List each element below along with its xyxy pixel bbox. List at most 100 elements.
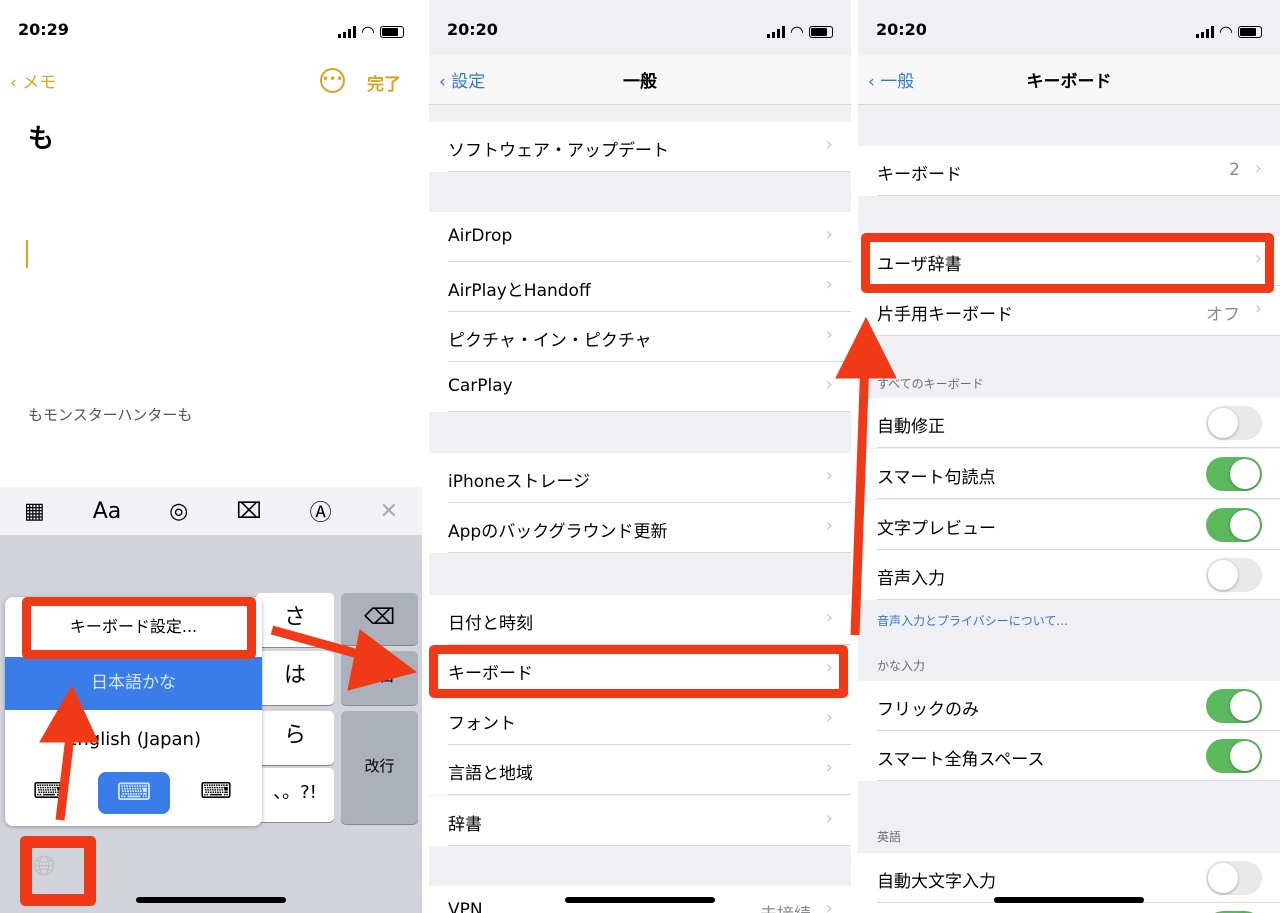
toggle-switch[interactable] [1206, 406, 1262, 440]
settings-row[interactable]: AirDrop › [429, 212, 851, 262]
settings-row[interactable]: Appのバックグラウンド更新 › [429, 503, 851, 553]
chevron-right-icon: › [825, 757, 833, 778]
toggle-switch[interactable] [1206, 739, 1262, 773]
settings-row[interactable]: 片手用キーボード オフ › [858, 286, 1280, 336]
note-body[interactable]: もモンスターハンターも [28, 404, 192, 425]
close-icon[interactable]: ✕ [380, 499, 398, 524]
row-label: 辞書 [448, 815, 482, 835]
english-japan-item[interactable]: English (Japan) [5, 710, 262, 770]
section-header-english: 英語 [877, 830, 902, 844]
status-bar: 20:20 ◠ [447, 18, 833, 44]
settings-row[interactable]: iPhoneストレージ › [429, 453, 851, 503]
row-label: ピクチャ・イン・ピクチャ [448, 331, 652, 351]
row-label: 片手用キーボード [877, 305, 1013, 325]
battery-icon [809, 25, 833, 38]
keyboard-right-icon[interactable]: ⌨ [200, 779, 232, 804]
row-label: 音声入力 [877, 569, 945, 589]
nav-bar: ‹ 一般 キーボード [858, 55, 1280, 105]
back-button[interactable]: ‹ メモ [10, 68, 56, 93]
toggle-switch[interactable] [1206, 508, 1262, 542]
toggle-switch[interactable] [1206, 689, 1262, 723]
table-icon[interactable]: ▦ [24, 499, 45, 524]
wifi-icon: ◠ [790, 22, 803, 41]
settings-row[interactable]: AirPlayとHandoff › [429, 262, 851, 312]
row-label: 自動大文字入力 [877, 872, 996, 892]
row-label: ソフトウェア・アップデート [448, 141, 669, 161]
settings-row[interactable]: スマート全角スペース [858, 731, 1280, 781]
settings-row[interactable]: フリックのみ [858, 681, 1280, 731]
notes-toolbar: ▦ Aa ◎ ⌧ Ⓐ ✕ [0, 487, 422, 535]
keyboard-settings-screen: 20:20 ◠ ‹ 一般 キーボード キーボード 2 › ユーザ辞書 › 片手用キーボードオ… [858, 0, 1280, 913]
chevron-right-icon: › [1254, 298, 1262, 319]
row-label: 自動修正 [877, 417, 945, 437]
toggle-switch[interactable] [1206, 558, 1262, 592]
wifi-icon: ◠ [361, 22, 374, 41]
settings-row[interactable] [858, 903, 1280, 913]
row-label: 文字プレビュー [877, 519, 996, 539]
battery-icon [380, 25, 404, 38]
row-label: VPN [448, 900, 483, 913]
format-text-button[interactable]: Aa [93, 499, 122, 524]
settings-row[interactable]: ソフトウェア・アップデート › [429, 122, 851, 172]
key-ha[interactable]: は [256, 651, 334, 705]
toggle-switch[interactable] [1206, 861, 1262, 895]
more-icon[interactable]: ••• [320, 68, 345, 93]
chevron-right-icon: › [825, 808, 833, 829]
checklist-icon[interactable]: ◎ [169, 499, 188, 524]
settings-row[interactable]: 自動修正 [858, 398, 1280, 448]
settings-row[interactable]: 言語と地域 › [429, 745, 851, 795]
row-label: 言語と地域 [448, 764, 533, 784]
settings-row[interactable]: 日付と時刻 › [429, 595, 851, 645]
note-title: も [28, 124, 55, 154]
voice-privacy-link[interactable]: 音声入力とプライバシーについて... [877, 612, 1068, 629]
key-sa[interactable]: さ [256, 593, 334, 647]
annotation-box-settings [22, 597, 256, 659]
row-label: スマート全角スペース [877, 750, 1045, 770]
settings-row[interactable]: キーボード 2 › [858, 146, 1280, 196]
chevron-right-icon: › [825, 224, 833, 245]
divider [877, 195, 1280, 196]
divider [448, 845, 851, 846]
section-header-all-keyboards: すべてのキーボード [877, 377, 984, 391]
keyboard-center-icon[interactable]: ⌨ [98, 772, 170, 814]
row-value: オフ [1206, 305, 1240, 325]
settings-row[interactable]: 自動大文字入力 [858, 853, 1280, 903]
settings-row[interactable]: フォント › [429, 695, 851, 745]
space-key[interactable]: 空白 [341, 651, 418, 705]
status-bar: 20:20 ◠ [876, 18, 1262, 44]
row-label: フォント [448, 714, 516, 734]
settings-row[interactable]: CarPlay › [429, 362, 851, 412]
return-key[interactable]: 改行 [341, 711, 418, 824]
settings-row[interactable]: スマート句読点 [858, 449, 1280, 499]
key-ra[interactable]: ら [256, 711, 334, 765]
settings-row[interactable]: 文字プレビュー [858, 500, 1280, 550]
row-label: フリックのみ [877, 700, 979, 720]
section-header-kana: かな入力 [877, 659, 926, 673]
chevron-right-icon: › [825, 898, 833, 913]
toggle-switch[interactable] [1206, 457, 1262, 491]
settings-row[interactable]: 辞書 › [429, 796, 851, 846]
done-button[interactable]: 完了 [367, 70, 401, 95]
nav-bar: ‹ 設定 一般 [429, 55, 851, 105]
divider [448, 171, 851, 172]
camera-icon[interactable]: ⌧ [236, 499, 261, 524]
signal-icon [766, 25, 785, 38]
chevron-right-icon: › [1254, 158, 1262, 179]
divider [448, 794, 851, 795]
settings-row[interactable]: 音声入力 [858, 550, 1280, 600]
status-time: 20:29 [18, 20, 69, 39]
keyboard-left-icon[interactable]: ⌨ [33, 779, 65, 804]
divider [877, 498, 1280, 499]
home-indicator [994, 897, 1144, 903]
row-label: AirDrop [448, 226, 513, 246]
home-indicator [565, 897, 715, 903]
row-label: スマート句読点 [877, 468, 996, 488]
row-value: 2 [1229, 160, 1240, 180]
delete-key[interactable]: ⌫ [341, 593, 418, 645]
markup-icon[interactable]: Ⓐ [310, 495, 332, 527]
settings-row[interactable]: ピクチャ・イン・ピクチャ › [429, 312, 851, 362]
chevron-right-icon: › [825, 465, 833, 486]
japanese-kana-item[interactable]: 日本語かな [5, 657, 262, 710]
status-time: 20:20 [876, 20, 927, 39]
key-punctuation[interactable]: 、。?! [256, 768, 334, 822]
